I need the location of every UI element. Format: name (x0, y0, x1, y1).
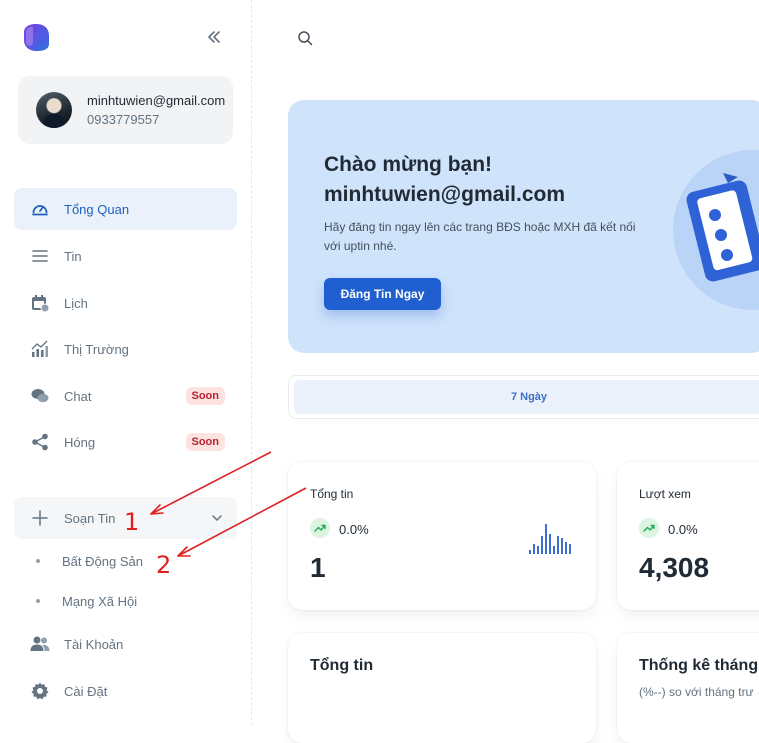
stat-change: 0.0% (668, 522, 698, 537)
mini-bar-chart (529, 524, 571, 554)
stat-card-total-posts: Tổng tin 0.0% 1 (288, 462, 596, 610)
stat-label: Tổng tin (310, 487, 354, 501)
nav-item-market[interactable]: Thị Trường (14, 328, 237, 370)
banner-description: Hãy đăng tin ngay lên các trang BĐS hoặc… (324, 220, 636, 253)
monthly-stats-panel: Thống kê tháng (%--) so với tháng trư (617, 633, 759, 743)
post-now-button[interactable]: Đăng Tin Ngay (324, 278, 441, 310)
panel-subtitle: (%--) so với tháng trư (639, 685, 754, 699)
user-phone: 0933779557 (87, 112, 160, 127)
search-icon[interactable] (297, 30, 313, 46)
stat-value: 4,308 (639, 552, 710, 583)
sub-item-social[interactable]: Mạng Xã Hội (14, 583, 237, 619)
avatar (36, 92, 72, 128)
banner-illustration (673, 150, 759, 310)
nav-label: Lịch (64, 295, 88, 311)
nav-label: Tin (64, 248, 82, 264)
nav-label: Cài Đặt (64, 683, 108, 699)
sidebar: minhtuwien@gmail.com 0933779557 Tổng Qua… (0, 0, 252, 725)
nav-label: Hóng (64, 434, 96, 450)
calendar-icon (30, 293, 50, 313)
gear-icon (30, 681, 50, 701)
nav-label: Thị Trường (64, 341, 129, 357)
collapse-icon[interactable] (205, 28, 223, 46)
sub-item-label: Bất Động Sản (62, 553, 143, 569)
filter-tab-7-days[interactable]: 7 Ngày (294, 380, 759, 414)
soon-badge: Soon (185, 433, 225, 451)
banner-title: Chào mừng bạn! (324, 153, 493, 176)
nav-item-share[interactable]: Hóng Soon (14, 421, 237, 463)
nav-label: Soạn Tin (64, 510, 116, 526)
nav-label: Tổng Quan (64, 201, 130, 217)
nav-item-posts[interactable]: Tin (14, 235, 237, 277)
time-filter: 7 Ngày (288, 375, 759, 419)
sub-item-real-estate[interactable]: Bất Động Sản (14, 543, 237, 579)
trend-up-icon (639, 518, 659, 538)
banner-email: minhtuwien@gmail.com (324, 183, 565, 206)
total-posts-panel: Tổng tin (288, 633, 596, 743)
panel-title: Tổng tin (310, 657, 374, 674)
nav-item-calendar[interactable]: Lịch (14, 282, 237, 324)
sub-item-label: Mạng Xã Hội (62, 593, 138, 609)
chart-icon (30, 339, 50, 359)
nav-item-compose[interactable]: Soạn Tin (14, 497, 237, 539)
nav-item-overview[interactable]: Tổng Quan (14, 188, 237, 230)
chevron-down-icon (212, 515, 222, 522)
share-icon (30, 432, 50, 452)
panel-title: Thống kê tháng (639, 657, 759, 674)
stat-card-views: Lượt xem 0.0% 4,308 (617, 462, 759, 610)
chat-icon (30, 386, 50, 406)
nav-item-chat[interactable]: Chat Soon (14, 375, 237, 417)
dashboard-icon (30, 199, 50, 219)
nav-label: Chat (64, 388, 92, 404)
bullet-icon (36, 599, 40, 603)
bullet-icon (36, 559, 40, 563)
nav-label: Tài Khoản (64, 636, 124, 652)
stat-value: 1 (310, 552, 326, 583)
stat-change: 0.0% (339, 522, 369, 537)
welcome-banner: Chào mừng bạn! minhtuwien@gmail.com Hãy … (288, 100, 759, 353)
nav-item-settings[interactable]: Cài Đặt (14, 670, 237, 712)
stat-label: Lượt xem (639, 487, 691, 501)
user-email: minhtuwien@gmail.com (87, 93, 226, 108)
logo-icon[interactable] (22, 22, 50, 52)
soon-badge: Soon (185, 387, 225, 405)
users-icon (30, 634, 50, 654)
nav-item-account[interactable]: Tài Khoản (14, 623, 237, 665)
list-icon (30, 246, 50, 266)
user-card[interactable]: minhtuwien@gmail.com 0933779557 (18, 76, 233, 144)
trend-up-icon (310, 518, 330, 538)
main-content: Chào mừng bạn! minhtuwien@gmail.com Hãy … (253, 0, 759, 743)
plus-icon (30, 508, 50, 528)
